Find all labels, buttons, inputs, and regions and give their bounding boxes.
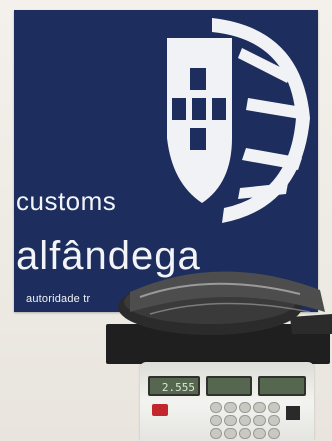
scale-key[interactable] [267,428,280,439]
scale-key[interactable] [267,415,280,426]
scale-key[interactable] [253,402,266,413]
portuguese-emblem-icon [167,18,310,223]
scale-key[interactable] [224,402,237,413]
scale-weight-display: 2.555 [148,376,200,396]
qr-code-icon [286,406,300,420]
scale-red-key[interactable] [152,404,168,416]
scale-key[interactable] [210,428,223,439]
scale-key[interactable] [253,415,266,426]
scale-key[interactable] [224,415,237,426]
scale-key[interactable] [253,428,266,439]
rolled-tire-package [118,271,332,335]
scale-key[interactable] [267,402,280,413]
scale-key[interactable] [224,428,237,439]
scale-count-display [258,376,306,396]
scale-keypad [210,402,280,439]
digital-scale: 2.555 [140,362,314,441]
scale-key[interactable] [210,402,223,413]
photo-scene: customs alfândega autoridade tr 2.555 [0,0,332,441]
banner-autoridade-text: autoridade tr [26,293,91,305]
scale-key[interactable] [238,428,252,439]
banner-customs-text: customs [16,186,117,216]
scale-key[interactable] [238,402,252,413]
scale-unit-weight-display [206,376,252,396]
scale-key[interactable] [238,415,252,426]
scale-key[interactable] [210,415,223,426]
